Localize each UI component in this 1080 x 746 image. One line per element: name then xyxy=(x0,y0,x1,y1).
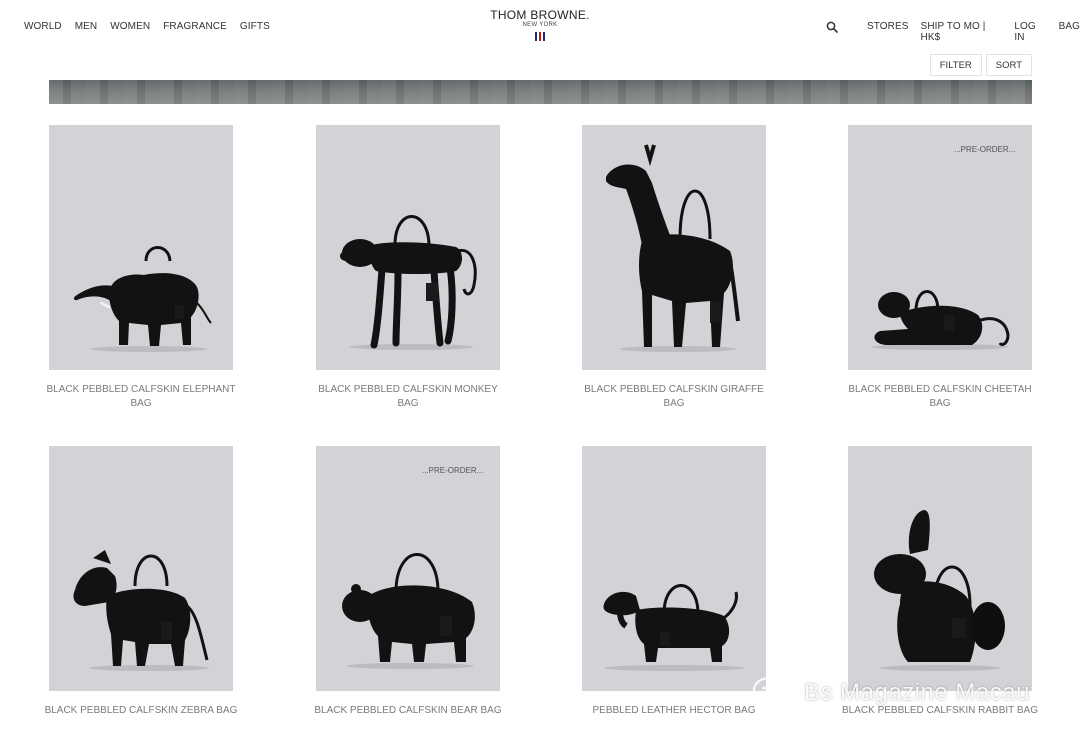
product-image[interactable]: ...PRE-ORDER... xyxy=(316,446,500,691)
watermark: Bs Magazine Macau xyxy=(752,676,1030,710)
product-image[interactable] xyxy=(49,125,233,370)
product-title[interactable]: BLACK PEBBLED CALFSKIN MONKEY BAG xyxy=(308,383,508,411)
nav-ship-to[interactable]: SHIP TO MO | HK$ xyxy=(921,21,1003,43)
zebra-bag-image xyxy=(73,550,209,671)
wechat-icon xyxy=(753,677,796,708)
filter-sort-bar: FILTER SORT xyxy=(929,54,1032,76)
product-title[interactable]: BLACK PEBBLED CALFSKIN ZEBRA BAG xyxy=(41,704,241,718)
product-card[interactable]: BLACK PEBBLED CALFSKIN MONKEY BAG xyxy=(316,125,500,411)
product-title[interactable]: BLACK PEBBLED CALFSKIN BEAR BAG xyxy=(308,704,508,718)
product-image[interactable] xyxy=(316,125,500,370)
rabbit-bag-image xyxy=(874,510,1005,671)
product-card[interactable]: BLACK PEBBLED CALFSKIN ZEBRA BAG xyxy=(45,446,237,718)
search-icon[interactable] xyxy=(826,21,838,33)
preorder-badge: ...PRE-ORDER... xyxy=(954,145,1016,154)
filter-button[interactable]: FILTER xyxy=(929,54,982,76)
product-title[interactable]: BLACK PEBBLED CALFSKIN CHEETAH BAG xyxy=(840,383,1040,411)
nav-log-in[interactable]: LOG IN xyxy=(1014,21,1046,43)
bear-bag-image xyxy=(342,553,475,669)
sort-button[interactable]: SORT xyxy=(985,54,1032,76)
product-image[interactable]: ...PRE-ORDER... xyxy=(848,125,1032,370)
product-image[interactable] xyxy=(49,446,233,691)
product-card[interactable]: BLACK PEBBLED CALFSKIN ELEPHANT BAG xyxy=(47,125,235,411)
brand-name: THOM BROWNE. xyxy=(490,8,590,22)
monkey-bag-image xyxy=(340,215,477,350)
watermark-text: Bs Magazine Macau xyxy=(804,679,1030,706)
site-header: WORLD MEN WOMEN FRAGRANCE GIFTS THOM BRO… xyxy=(0,0,1080,52)
product-title[interactable]: PEBBLED LEATHER HECTOR BAG xyxy=(574,704,774,718)
product-card[interactable]: BLACK PEBBLED CALFSKIN GIRAFFE BAG xyxy=(582,125,766,411)
hero-banner-strip xyxy=(49,80,1032,104)
cheetah-bag-image xyxy=(872,290,1010,350)
preorder-badge: ...PRE-ORDER... xyxy=(422,466,484,475)
elephant-bag-image xyxy=(74,246,212,352)
product-card[interactable]: PEBBLED LEATHER HECTOR BAG xyxy=(582,446,766,718)
product-card[interactable]: ...PRE-ORDER... BLACK PEBBLED CALFSKIN B… xyxy=(314,446,502,718)
dachshund-bag-image xyxy=(603,584,744,671)
nav-stores[interactable]: STORES xyxy=(867,21,909,43)
product-image[interactable] xyxy=(582,125,766,370)
nav-bag[interactable]: BAG xyxy=(1059,21,1080,43)
product-title[interactable]: BLACK PEBBLED CALFSKIN ELEPHANT BAG xyxy=(41,383,241,411)
product-image[interactable] xyxy=(582,446,766,691)
utility-nav: STORES SHIP TO MO | HK$ LOG IN BAG xyxy=(867,21,1080,43)
giraffe-bag-image xyxy=(606,144,740,352)
tricolor-flag-icon xyxy=(535,32,545,41)
product-title[interactable]: BLACK PEBBLED CALFSKIN GIRAFFE BAG xyxy=(574,383,774,411)
product-card[interactable]: ...PRE-ORDER... BLACK PEBBLED CALFSKIN C… xyxy=(848,125,1032,411)
product-image[interactable] xyxy=(848,446,1032,691)
